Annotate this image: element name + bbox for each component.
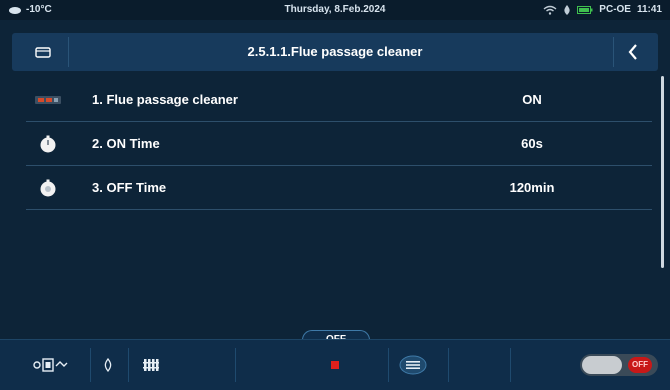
timer-off-icon <box>26 179 70 197</box>
wifi-icon <box>543 5 557 15</box>
main-menu-button[interactable] <box>398 348 428 382</box>
status-right-group: PC-OE 11:41 <box>543 4 662 15</box>
page-title: 2.5.1.1.Flue passage cleaner <box>247 44 423 59</box>
power-toggle[interactable]: OFF <box>580 354 658 376</box>
home-nav-button[interactable] <box>20 348 80 382</box>
separator <box>128 348 129 382</box>
flame-nav-button[interactable] <box>96 348 120 382</box>
battery-icon <box>577 5 593 14</box>
parameter-list: 1. Flue passage cleaner ON 2. ON Time 60… <box>26 78 652 210</box>
device-name: PC-OE <box>599 4 631 15</box>
separator <box>388 348 389 382</box>
timer-on-icon <box>26 135 70 153</box>
list-item-off-time[interactable]: 3. OFF Time 120min <box>26 166 652 210</box>
radiator-nav-button[interactable] <box>138 348 164 382</box>
clock: 11:41 <box>636 4 662 15</box>
status-bar: -10°C Thursday, 8.Feb.2024 PC-OE 11:41 <box>0 0 670 20</box>
menu-icon <box>399 355 427 375</box>
boiler-overview-icon <box>33 358 68 372</box>
separator <box>235 348 236 382</box>
separator <box>510 348 511 382</box>
bottom-bar: OFF <box>0 339 670 390</box>
toggle-state-label: OFF <box>628 357 652 373</box>
list-item-on-time[interactable]: 2. ON Time 60s <box>26 122 652 166</box>
flame-icon <box>104 358 112 372</box>
cleaner-icon <box>26 94 70 106</box>
scrollbar[interactable] <box>661 76 664 268</box>
row-value: 120min <box>509 180 555 195</box>
header-bar: 2.5.1.1.Flue passage cleaner <box>12 33 658 71</box>
stop-button[interactable] <box>325 348 345 382</box>
row-value: 60s <box>521 136 543 151</box>
row-label: 2. ON Time <box>92 136 160 151</box>
toggle-knob <box>582 356 622 374</box>
row-value: ON <box>522 92 542 107</box>
row-label: 1. Flue passage cleaner <box>92 92 238 107</box>
stop-icon <box>331 361 339 369</box>
separator <box>90 348 91 382</box>
list-item-flue-cleaner[interactable]: 1. Flue passage cleaner ON <box>26 78 652 122</box>
flame-status-icon <box>564 4 570 15</box>
back-button[interactable] <box>613 37 652 67</box>
radiator-icon <box>143 359 159 371</box>
row-label: 3. OFF Time <box>92 180 167 195</box>
separator <box>448 348 449 382</box>
chevron-left-icon <box>628 44 637 60</box>
